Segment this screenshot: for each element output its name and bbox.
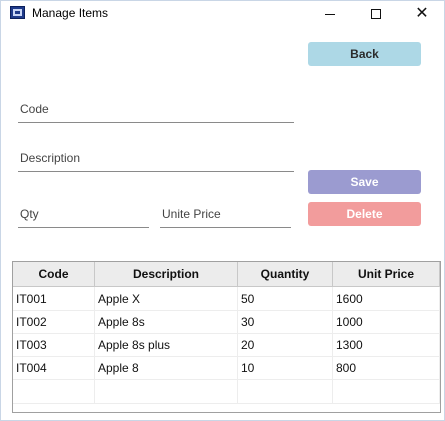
table-row-empty[interactable] (13, 380, 440, 404)
cell-quantity (238, 380, 333, 403)
cell-unit-price: 1600 (333, 287, 440, 310)
close-icon: ✕ (415, 5, 429, 22)
cell-description: Apple 8s (95, 310, 238, 333)
app-icon (10, 6, 25, 19)
column-header-code[interactable]: Code (13, 262, 95, 286)
table-header: Code Description Quantity Unit Price (13, 262, 440, 287)
column-header-description[interactable]: Description (95, 262, 238, 286)
delete-button[interactable]: Delete (308, 202, 421, 226)
minimize-icon (325, 13, 335, 15)
code-field-label: Code (20, 102, 49, 116)
description-field-label: Description (20, 151, 81, 165)
column-header-unit-price[interactable]: Unit Price (333, 262, 440, 286)
table-row[interactable]: IT001 Apple X 50 1600 (13, 287, 440, 311)
qty-field-label: Qty (20, 207, 39, 221)
unit-price-field-label: Unite Price (162, 207, 221, 221)
cell-quantity: 30 (238, 310, 333, 333)
cell-description: Apple 8 (95, 356, 238, 379)
cell-unit-price (333, 380, 440, 403)
cell-description: Apple X (95, 287, 238, 310)
column-header-quantity[interactable]: Quantity (238, 262, 333, 286)
cell-code (13, 380, 95, 403)
cell-description: Apple 8s plus (95, 333, 238, 356)
cell-quantity: 10 (238, 356, 333, 379)
cell-code: IT001 (13, 287, 95, 310)
cell-description (95, 380, 238, 403)
items-table[interactable]: Code Description Quantity Unit Price IT0… (12, 261, 441, 413)
cell-code: IT003 (13, 333, 95, 356)
close-button[interactable]: ✕ (399, 1, 445, 27)
manage-items-window: Manage Items ✕ Back Code Description Sav… (0, 0, 445, 421)
qty-field[interactable]: Qty (18, 201, 149, 228)
save-button[interactable]: Save (308, 170, 421, 194)
table-row[interactable]: IT003 Apple 8s plus 20 1300 (13, 333, 440, 357)
code-field[interactable]: Code (18, 96, 294, 123)
cell-unit-price: 1000 (333, 310, 440, 333)
cell-unit-price: 1300 (333, 333, 440, 356)
cell-unit-price: 800 (333, 356, 440, 379)
maximize-button[interactable] (353, 1, 399, 27)
unit-price-field[interactable]: Unite Price (160, 201, 291, 228)
window-title: Manage Items (32, 6, 109, 20)
title-bar[interactable]: Manage Items ✕ (1, 1, 444, 27)
maximize-icon (371, 9, 381, 19)
cell-code: IT002 (13, 310, 95, 333)
minimize-button[interactable] (307, 1, 353, 27)
table-row[interactable]: IT002 Apple 8s 30 1000 (13, 310, 440, 334)
table-row[interactable]: IT004 Apple 8 10 800 (13, 356, 440, 380)
cell-code: IT004 (13, 356, 95, 379)
description-field[interactable]: Description (18, 144, 294, 172)
back-button[interactable]: Back (308, 42, 421, 66)
cell-quantity: 50 (238, 287, 333, 310)
cell-quantity: 20 (238, 333, 333, 356)
